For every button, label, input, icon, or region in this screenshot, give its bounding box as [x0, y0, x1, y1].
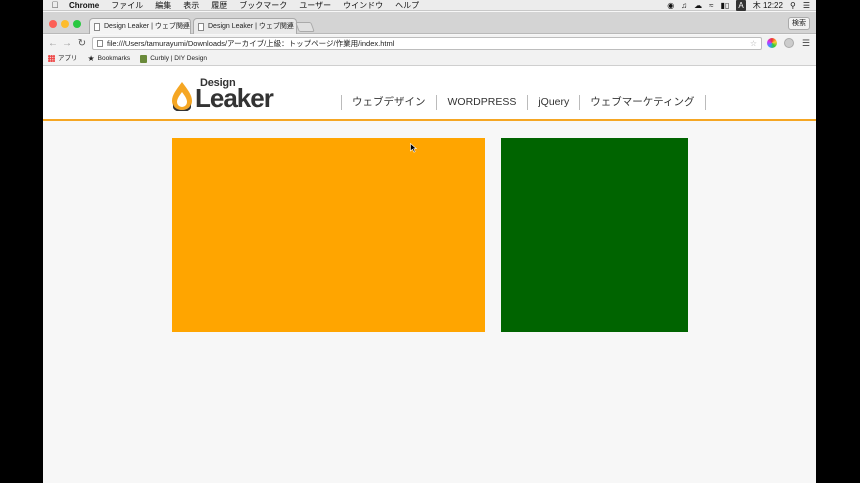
mac-menubar:  Chrome ファイル 編集 表示 履歴 ブックマーク ユーザー ウインドウ… [43, 0, 816, 11]
browser-toolbar: ← → ↻ file:///Users/tamurayumi/Downloads… [43, 35, 816, 52]
menubar-clock[interactable]: 木 12:22 [753, 0, 783, 11]
nav-jquery[interactable]: jQuery [528, 95, 581, 110]
menu-edit[interactable]: 編集 [149, 0, 177, 11]
main-content-block [172, 138, 485, 332]
color-picker-extension-icon[interactable] [767, 38, 777, 48]
battery-icon[interactable]: ▮▯ [721, 0, 730, 11]
close-tab-icon[interactable]: × [181, 19, 185, 34]
menubar-status-area: ◉ ♫ ☁ ≈ ▮▯ A 木 12:22 ⚲ ☰ [667, 0, 816, 11]
bookmark-apps[interactable]: アプリ [48, 52, 78, 65]
bookmarks-bar: アプリ ★ Bookmarks Curbly | DIY Design [43, 52, 816, 66]
sidebar-block [501, 138, 688, 332]
spotlight-icon[interactable]: ⚲ [790, 0, 796, 11]
bookmark-label: Curbly | DIY Design [150, 55, 208, 62]
menu-users[interactable]: ユーザー [293, 0, 337, 11]
menu-file[interactable]: ファイル [105, 0, 149, 11]
reload-icon[interactable]: ↻ [76, 37, 88, 50]
global-nav: ウェブデザイン WORDPRESS jQuery ウェブマーケティング [341, 95, 707, 110]
forward-arrow-icon[interactable]: → [61, 37, 73, 50]
site-header: Design Leaker ウェブデザイン WORDPRESS jQuery ウ… [43, 66, 816, 121]
apple-icon[interactable]:  [43, 0, 67, 11]
curbly-icon [140, 54, 148, 63]
minimize-window-icon[interactable] [61, 20, 69, 28]
nav-wordpress[interactable]: WORDPRESS [437, 95, 529, 110]
menu-window[interactable]: ウインドウ [337, 0, 389, 11]
tab-design-leaker-2[interactable]: Design Leaker | ウェブ関連 × [193, 18, 297, 34]
site-logo[interactable]: Design Leaker [171, 77, 291, 113]
logo-leaker-text: Leaker [195, 83, 274, 113]
menu-history[interactable]: 履歴 [205, 0, 233, 11]
browser-tabstrip: Design Leaker | ウェブ関連 × Design Leaker | … [43, 12, 816, 34]
zoom-window-icon[interactable] [73, 20, 81, 28]
record-icon[interactable]: ◉ [667, 0, 674, 11]
bookmark-star-icon[interactable]: ☆ [750, 38, 757, 49]
bell-icon[interactable]: ♫ [681, 0, 687, 11]
new-tab-button[interactable] [295, 22, 315, 32]
extension-icon[interactable] [784, 38, 794, 48]
apps-grid-icon [48, 55, 55, 62]
close-tab-icon[interactable]: × [287, 19, 291, 34]
menubar-app-name[interactable]: Chrome [67, 0, 105, 11]
bookmark-bookmarks[interactable]: ★ Bookmarks [88, 52, 131, 65]
menu-view[interactable]: 表示 [177, 0, 205, 11]
page-icon [97, 40, 103, 47]
address-bar-url: file:///Users/tamurayumi/Downloads/アーカイブ… [107, 39, 395, 48]
flame-logo-icon [172, 82, 192, 111]
mouse-pointer-icon [410, 143, 417, 153]
tab-label: Design Leaker | ウェブ関連 [104, 23, 190, 30]
screen:  Chrome ファイル 編集 表示 履歴 ブックマーク ユーザー ウインドウ… [43, 0, 816, 483]
nav-web-marketing[interactable]: ウェブマーケティング [580, 95, 707, 110]
cloud-icon[interactable]: ☁ [694, 0, 702, 11]
page-icon [198, 23, 204, 31]
tab-label: Design Leaker | ウェブ関連 [208, 23, 294, 30]
notification-center-icon[interactable]: ☰ [803, 0, 810, 11]
menu-help[interactable]: ヘルプ [389, 0, 425, 11]
wifi-icon[interactable]: ≈ [709, 0, 713, 11]
web-page: Design Leaker ウェブデザイン WORDPRESS jQuery ウ… [43, 66, 816, 483]
star-icon: ★ [87, 54, 95, 63]
close-window-icon[interactable] [49, 20, 57, 28]
chrome-menu-icon[interactable]: ☰ [802, 37, 810, 49]
input-method-icon[interactable]: A [736, 0, 746, 11]
tab-design-leaker-1[interactable]: Design Leaker | ウェブ関連 × [89, 18, 191, 34]
page-icon [94, 23, 100, 31]
menu-bookmarks[interactable]: ブックマーク [233, 0, 293, 11]
bookmark-label: アプリ [58, 55, 78, 62]
bookmark-curbly[interactable]: Curbly | DIY Design [140, 52, 207, 65]
bookmark-label: Bookmarks [97, 55, 131, 62]
nav-web-design[interactable]: ウェブデザイン [342, 95, 437, 110]
address-bar[interactable]: file:///Users/tamurayumi/Downloads/アーカイブ… [92, 37, 762, 50]
back-arrow-icon[interactable]: ← [47, 37, 59, 50]
search-button[interactable]: 検索 [788, 17, 810, 30]
